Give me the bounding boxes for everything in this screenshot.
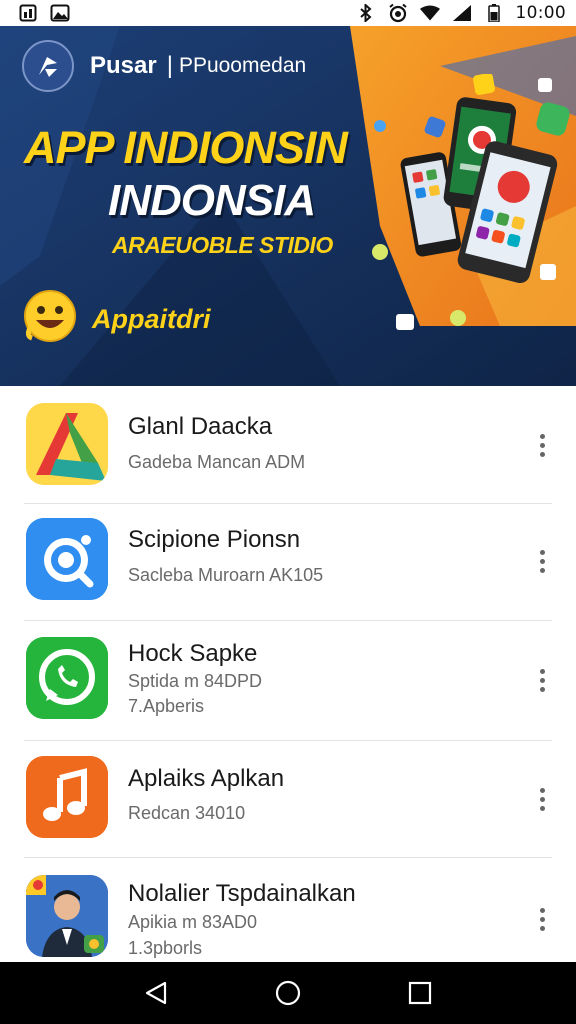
image-icon [50,4,70,22]
app-title: Hock Sapke [128,640,258,667]
brand-separator: | [166,52,173,79]
app-title: Glanl Daacka [128,413,273,440]
app-title: Nolalier Tspdainalkan [128,880,356,907]
app-title: Scipione Pionsn [128,526,301,553]
app-subtitle: Gadeba Mancan ADM [128,452,306,472]
status-left [18,4,70,22]
home-icon[interactable] [268,973,308,1013]
triangle-app-icon [26,403,108,485]
battery-icon [484,4,504,22]
promo-banner[interactable]: Pusar | PPuoomedan APP INDIONSIN INDONSI… [0,26,576,386]
more-options-icon[interactable] [530,665,554,695]
brand-subtitle: PPuoomedan [178,54,307,77]
app-subtitle: Sptida m 84DPD [128,671,263,691]
list-item[interactable]: Nolalier Tspdainalkan Apikia m 83AD0 1.3… [0,858,576,962]
app-subtitle: Sacleba Muroarn AK105 [128,565,324,585]
wifi-icon [419,4,440,22]
app-subtitle: Apikia m 83AD0 [128,912,258,932]
navigation-bar [0,962,576,1024]
banner-cta[interactable]: Appaitdri [92,304,211,335]
status-time: 10:00 [515,3,566,23]
music-note-app-icon [26,756,108,838]
alarm-icon [388,3,408,23]
person-photo-app-icon [26,875,108,957]
brand-name: Pusar [90,52,157,79]
brand-logo-icon [22,40,74,92]
status-right: 10:00 [356,3,567,23]
brand: Pusar | PPuoomedan [22,40,306,92]
more-options-icon[interactable] [530,430,554,460]
back-icon[interactable] [136,973,176,1013]
recents-icon[interactable] [400,973,440,1013]
list-item[interactable]: Aplaiks Aplkan Redcan 34010 [0,741,576,857]
status-bar: 10:00 [0,0,576,26]
app-title: Aplaiks Aplkan [128,765,285,792]
more-options-icon[interactable] [530,784,554,814]
list-item[interactable]: Glanl Daacka Gadeba Mancan ADM [0,386,576,503]
phones-illustration [396,74,570,330]
bluetooth-icon [356,4,376,22]
notification-icon [18,4,38,22]
whatsapp-icon [26,637,108,719]
signal-icon [452,4,472,22]
list-item[interactable]: Hock Sapke Sptida m 84DPD 7.Apberis [0,621,576,740]
smiley-icon [24,290,76,342]
more-options-icon[interactable] [530,546,554,576]
chat-search-app-icon [26,518,108,600]
app-subtitle: Redcan 34010 [128,803,246,823]
app-subtitle-secondary: 7.Apberis [128,696,205,716]
app-subtitle-secondary: 1.3pborls [128,938,203,958]
more-options-icon[interactable] [530,904,554,934]
banner-title-line2: INDONSIA [108,176,316,225]
app-list: Glanl Daacka Gadeba Mancan ADM Scipione … [0,386,576,962]
list-item[interactable]: Scipione Pionsn Sacleba Muroarn AK105 [0,504,576,620]
phone-screen: 10:00 Pusar | PPuoomedan APP INDIONSIN I… [0,0,576,1024]
banner-title-line1: APP INDIONSIN [24,122,348,173]
banner-tagline: ARAEUOBLE STIDIO [112,232,333,258]
